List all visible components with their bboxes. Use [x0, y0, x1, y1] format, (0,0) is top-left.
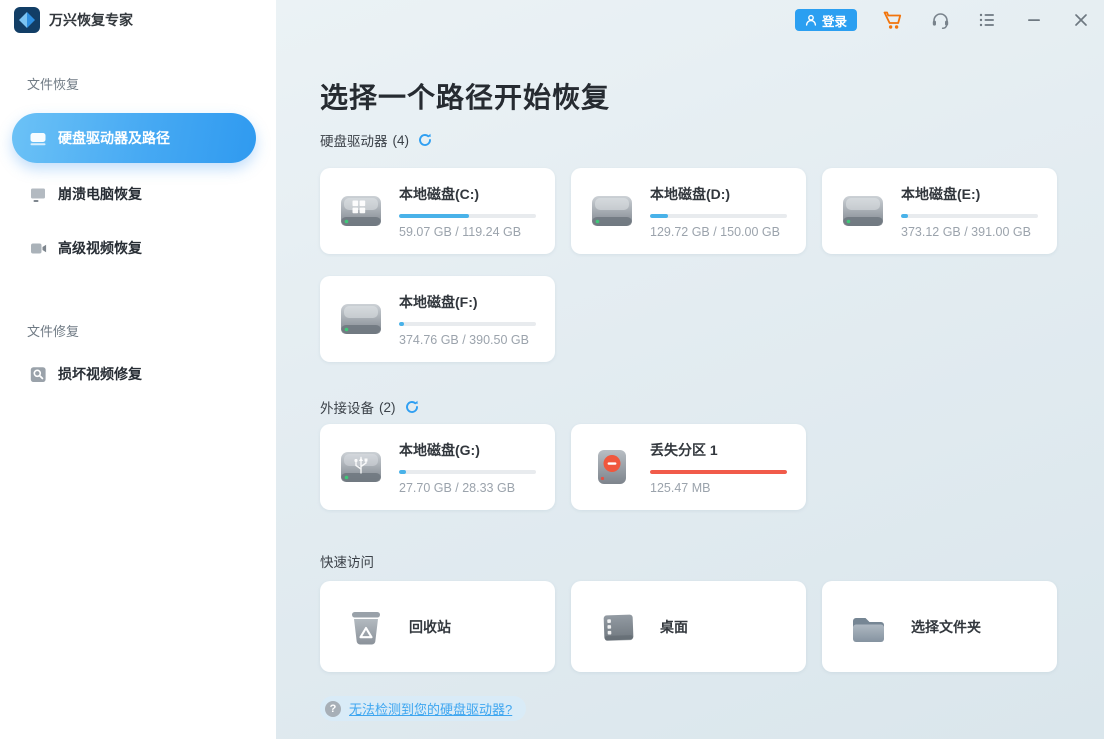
capacity-bar — [650, 470, 787, 474]
quick-access-card[interactable]: 桌面 — [571, 581, 806, 672]
sidebar-item[interactable]: 崩溃电脑恢复 — [12, 181, 256, 207]
close-icon[interactable] — [1070, 9, 1092, 31]
recycle-bin-icon — [340, 601, 392, 653]
sb-repair-icon — [28, 364, 48, 384]
capacity-bar — [399, 214, 536, 218]
capacity-bar — [399, 322, 536, 326]
quick-access-card[interactable]: 回收站 — [320, 581, 555, 672]
desktop-icon — [591, 601, 643, 653]
sidebar-item[interactable]: 高级视频恢复 — [12, 235, 256, 261]
drive-card[interactable]: 丢失分区 1 125.47 MB — [571, 424, 806, 510]
app-logo-icon — [14, 7, 40, 33]
drive-usb-icon — [338, 447, 384, 487]
app-title: 万兴恢复专家 — [49, 10, 133, 30]
sidebar-item-label: 高级视频恢复 — [58, 238, 142, 258]
drive-plain-icon — [589, 191, 635, 231]
drive-size: 129.72 GB / 150.00 GB — [650, 225, 787, 239]
help-banner: ? 无法检测到您的硬盘驱动器? — [320, 696, 526, 721]
drive-plain-icon — [840, 191, 886, 231]
sb-computer-icon — [28, 184, 48, 204]
drive-name: 本地磁盘(E:) — [901, 184, 1038, 204]
login-button[interactable]: 登录 — [795, 9, 857, 31]
drive-card[interactable]: 本地磁盘(D:) 129.72 GB / 150.00 GB — [571, 168, 806, 254]
cant-detect-drive-link[interactable]: 无法检测到您的硬盘驱动器? — [349, 699, 512, 718]
capacity-bar — [650, 214, 787, 218]
sidebar-item-label: 损坏视频修复 — [58, 364, 142, 384]
quick-access-label: 桌面 — [660, 617, 688, 637]
user-icon — [805, 14, 817, 26]
drive-name: 本地磁盘(G:) — [399, 440, 536, 460]
drive-size: 374.76 GB / 390.50 GB — [399, 333, 536, 347]
question-icon: ? — [325, 701, 341, 717]
section-label-quick-access: 快速访问 — [320, 551, 374, 571]
drive-card[interactable]: 本地磁盘(C:) 59.07 GB / 119.24 GB — [320, 168, 555, 254]
drive-name: 本地磁盘(C:) — [399, 184, 536, 204]
drive-lost-icon — [589, 447, 635, 487]
menu-list-icon[interactable] — [976, 9, 998, 31]
folder-icon — [842, 601, 894, 653]
support-headset-icon[interactable] — [929, 9, 951, 31]
quick-access-label: 回收站 — [409, 617, 451, 637]
sidebar-item[interactable]: 损坏视频修复 — [12, 361, 256, 387]
drive-windows-icon — [338, 191, 384, 231]
title-bar: 万兴恢复专家 登录 — [0, 0, 1104, 40]
section-label-hard-drives: 硬盘驱动器 (4) — [320, 130, 432, 150]
drive-size: 27.70 GB / 28.33 GB — [399, 481, 536, 495]
drive-card[interactable]: 本地磁盘(E:) 373.12 GB / 391.00 GB — [822, 168, 1057, 254]
sb-drive-icon — [28, 128, 48, 148]
drive-card[interactable]: 本地磁盘(G:) 27.70 GB / 28.33 GB — [320, 424, 555, 510]
refresh-icon[interactable] — [418, 133, 432, 147]
sidebar-section-file-repair: 文件修复 — [27, 321, 256, 337]
sidebar-section-file-recovery: 文件恢复 — [27, 74, 256, 90]
main-panel: 选择一个路径开始恢复 硬盘驱动器 (4) 本地磁盘(C:) 59.07 GB / … — [276, 0, 1104, 739]
section-label-external-devices: 外接设备 (2) — [320, 397, 419, 417]
drive-size: 373.12 GB / 391.00 GB — [901, 225, 1038, 239]
sb-video-icon — [28, 238, 48, 258]
drive-name: 本地磁盘(D:) — [650, 184, 787, 204]
drive-name: 丢失分区 1 — [650, 440, 787, 460]
app-window: 文件恢复 硬盘驱动器及路径崩溃电脑恢复高级视频恢复 文件修复 损坏视频修复 选择… — [0, 0, 1104, 739]
quick-access-label: 选择文件夹 — [911, 617, 981, 637]
refresh-icon[interactable] — [405, 400, 419, 414]
cart-icon[interactable] — [882, 9, 904, 31]
capacity-bar — [399, 470, 536, 474]
capacity-bar — [901, 214, 1038, 218]
drive-name: 本地磁盘(F:) — [399, 292, 536, 312]
page-title: 选择一个路径开始恢复 — [320, 76, 610, 116]
sidebar-item[interactable]: 硬盘驱动器及路径 — [12, 113, 256, 163]
minimize-icon[interactable] — [1023, 9, 1045, 31]
drive-size: 125.47 MB — [650, 481, 787, 495]
drive-size: 59.07 GB / 119.24 GB — [399, 225, 536, 239]
sidebar-item-label: 硬盘驱动器及路径 — [58, 128, 170, 148]
drive-plain-icon — [338, 299, 384, 339]
sidebar: 文件恢复 硬盘驱动器及路径崩溃电脑恢复高级视频恢复 文件修复 损坏视频修复 — [0, 0, 276, 739]
quick-access-card[interactable]: 选择文件夹 — [822, 581, 1057, 672]
drive-card[interactable]: 本地磁盘(F:) 374.76 GB / 390.50 GB — [320, 276, 555, 362]
sidebar-item-label: 崩溃电脑恢复 — [58, 184, 142, 204]
